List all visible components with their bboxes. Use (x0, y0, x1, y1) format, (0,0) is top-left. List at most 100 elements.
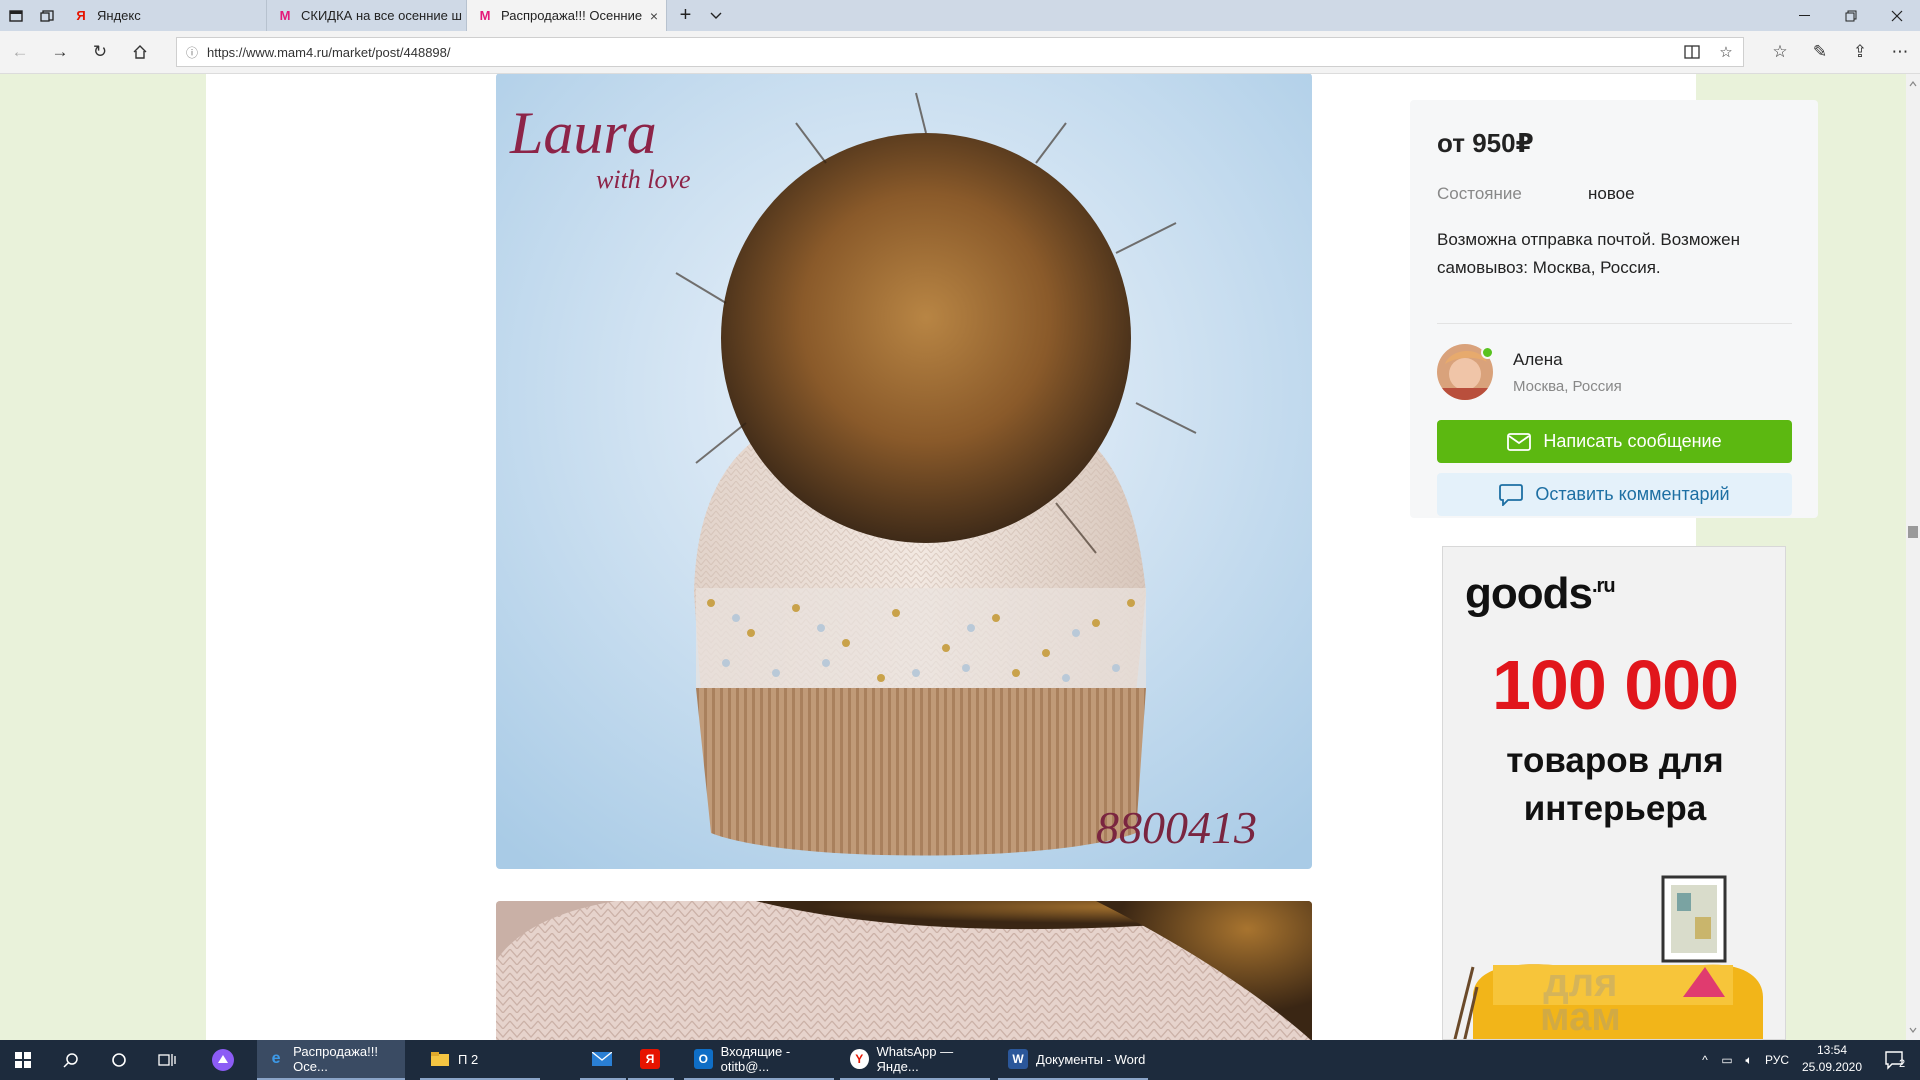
refresh-icon: ↻ (92, 42, 108, 61)
hat-photo-image: Laura with love 8800413 (496, 74, 1312, 869)
tab-preview-icon (39, 9, 54, 22)
ad-number: 100 000 (1491, 646, 1739, 724)
refresh-button[interactable]: ↻ (80, 31, 120, 73)
more-icon: ⋯ (1891, 42, 1909, 61)
favorites-hub-button[interactable]: ☆ (1760, 31, 1800, 73)
mam4-icon: M (279, 8, 291, 23)
close-tab-icon[interactable]: × (642, 8, 666, 24)
home-icon (133, 45, 147, 59)
arrow-right-icon: → (51, 42, 69, 61)
favorite-button[interactable]: ☆ (1709, 38, 1743, 66)
clock-time: 13:54 (1816, 1043, 1848, 1057)
windows-taskbar: e Распродажа!!! Осе... П 2 Я O Входящие … (0, 1040, 1920, 1080)
tab-mam4-sale[interactable]: M СКИДКА на все осенние ш (267, 0, 467, 31)
taskbar-app-label: Документы - Word (1036, 1051, 1146, 1067)
yandex-icon: Y (850, 1049, 869, 1069)
restore-button[interactable] (1828, 0, 1874, 31)
outlook-icon: O (694, 1049, 713, 1069)
action-center-button[interactable]: 2 (1872, 1040, 1918, 1080)
new-tab-button[interactable]: + (670, 0, 701, 31)
leave-comment-button[interactable]: Оставить комментарий (1437, 473, 1792, 516)
share-icon: ⇪ (1852, 42, 1868, 61)
tab-bar: Я Яндекс M СКИДКА на все осенние ш M Рас… (0, 0, 1920, 31)
brand-tagline-text: with love (596, 165, 691, 194)
taskbar-app-word[interactable]: W Документы - Word (998, 1040, 1148, 1080)
tab-title: СКИДКА на все осенние ш (301, 8, 462, 23)
reading-view-button[interactable] (1675, 38, 1709, 66)
taskbar-app-whatsapp[interactable]: Y WhatsApp — Янде... (840, 1040, 990, 1080)
search-button[interactable] (48, 1040, 94, 1080)
home-button[interactable] (120, 31, 160, 73)
plus-icon: + (679, 4, 692, 26)
taskbar-app-label: Распродажа!!! Осе... (293, 1044, 378, 1074)
taskbar-app-yandex-browser[interactable]: Я (628, 1040, 674, 1080)
divider (1437, 323, 1792, 324)
tab-yandex[interactable]: Я Яндекс (63, 0, 267, 31)
folder-icon (430, 1049, 450, 1069)
start-button[interactable] (0, 1040, 46, 1080)
product-photo[interactable]: Laura with love 8800413 (496, 74, 1312, 869)
taskbar-app-folder[interactable]: П 2 (420, 1040, 540, 1080)
taskbar-app-edge[interactable]: e Распродажа!!! Осе... (257, 1040, 405, 1080)
scrollbar-track (1908, 81, 1918, 1033)
alice-icon (212, 1049, 234, 1071)
page-viewport: Laura with love 8800413 от 950₽ Состояни… (0, 74, 1906, 1040)
comment-icon (1499, 483, 1524, 506)
pen-icon: ✎ (1812, 42, 1828, 61)
ad-text-line2: интерьера (1523, 789, 1707, 828)
yandex-icon: Я (76, 8, 86, 23)
restore-icon (1845, 10, 1857, 21)
volume-icon[interactable]: 🔈︎ (1738, 1053, 1760, 1068)
brand-logo-text: Laura (509, 100, 657, 166)
mam4-icon: M (479, 8, 491, 23)
share-button[interactable]: ⇪ (1840, 31, 1880, 73)
favorites-icon: ☆ (1772, 42, 1788, 61)
forward-button[interactable]: → (40, 31, 80, 73)
tab-mam4-active[interactable]: M Распродажа!!! Осенние × (467, 0, 667, 31)
back-button[interactable]: ← (0, 31, 40, 73)
taskbar-app-label: WhatsApp — Янде... (876, 1044, 954, 1074)
ad-logo: goods.ru (1465, 569, 1616, 619)
arrow-left-icon: ← (11, 42, 29, 61)
language-indicator[interactable]: РУС (1760, 1053, 1794, 1067)
clock-date: 25.09.2020 (1801, 1060, 1863, 1074)
seller-name[interactable]: Алена (1513, 350, 1563, 370)
ad-brand: goods (1465, 569, 1593, 618)
delivery-info: Возможна отправка почтой. Возможен самов… (1437, 230, 1740, 277)
task-view-button[interactable] (144, 1040, 190, 1080)
product-photo-2[interactable] (496, 901, 1312, 1040)
tab-list-button[interactable] (700, 0, 731, 31)
edge-icon: e (271, 1050, 281, 1067)
tab-actions-button[interactable] (0, 0, 31, 31)
page-content: Laura with love 8800413 от 950₽ Состояни… (206, 74, 1818, 1040)
ad-text-line1: товаров для (1506, 741, 1724, 780)
more-button[interactable]: ⋯ (1880, 31, 1920, 73)
alice-assistant-button[interactable] (200, 1040, 246, 1080)
minimize-button[interactable] (1782, 0, 1828, 31)
vertical-scrollbar[interactable] (1906, 74, 1920, 1040)
navigation-bar: ← → ↻ ⓘ https://www.mam4.ru/market/post/… (0, 31, 1920, 74)
write-message-button[interactable]: Написать сообщение (1437, 420, 1792, 463)
url-text[interactable]: https://www.mam4.ru/market/post/448898/ (207, 45, 1675, 60)
taskbar-app-outlook[interactable]: O Входящие - otitb@... (684, 1040, 834, 1080)
tab-title: Яндекс (97, 8, 141, 23)
tab-preview-button[interactable] (31, 0, 62, 31)
close-window-button[interactable] (1874, 0, 1920, 31)
web-note-button[interactable]: ✎ (1800, 31, 1840, 73)
article-number-text: 8800413 (1096, 802, 1257, 853)
envelope-icon (1507, 432, 1532, 451)
site-watermark: для мам (1540, 963, 1621, 1037)
show-hidden-icons-icon[interactable]: ^ (1694, 1053, 1716, 1067)
network-icon[interactable]: ▭ (1716, 1053, 1738, 1067)
listing-info-panel: от 950₽ Состояние новое Возможна отправк… (1410, 100, 1818, 518)
info-icon[interactable]: ⓘ (177, 44, 207, 61)
minimize-icon (1799, 14, 1810, 16)
address-bar[interactable]: ⓘ https://www.mam4.ru/market/post/448898… (176, 37, 1744, 67)
clock[interactable]: 13:54 25.09.2020 (1800, 1042, 1864, 1076)
reading-view-icon (1684, 45, 1700, 59)
taskbar-app-label: Входящие - otitb@... (720, 1044, 791, 1074)
taskbar-app-mail[interactable] (580, 1040, 626, 1080)
mail-icon (592, 1049, 612, 1069)
online-status-indicator (1481, 346, 1494, 359)
cortana-button[interactable] (96, 1040, 142, 1080)
